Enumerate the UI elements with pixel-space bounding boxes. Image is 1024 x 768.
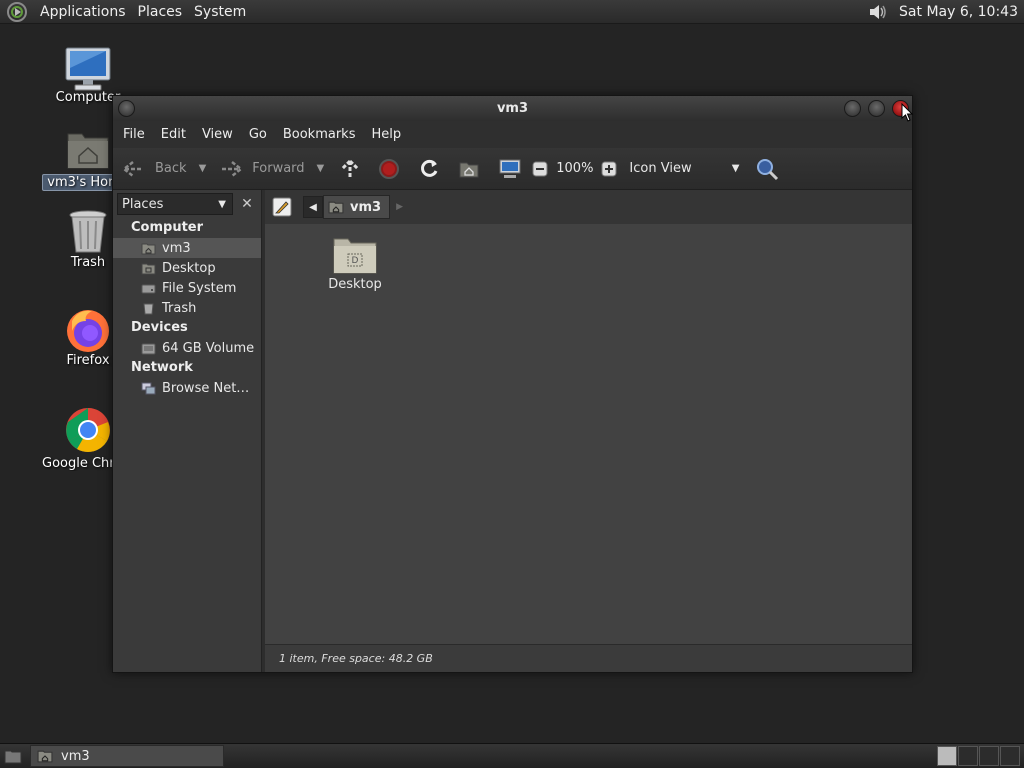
computer-small-icon[interactable] xyxy=(498,158,522,180)
up-arrow-icon[interactable] xyxy=(338,158,362,180)
sidebar-item-browse-network[interactable]: Browse Net… xyxy=(113,378,261,398)
system-menu[interactable]: System xyxy=(188,4,252,20)
workspace-4[interactable] xyxy=(1000,746,1020,766)
sidebar-item-label: 64 GB Volume xyxy=(162,340,255,356)
forward-arrow-icon xyxy=(222,160,244,177)
file-view[interactable]: ◀ vm3 ▶ D Desktop 1 item, Free space: 48… xyxy=(265,190,912,672)
drive-icon xyxy=(141,343,156,354)
title-bar[interactable]: vm3 xyxy=(113,96,912,121)
back-button[interactable]: Back xyxy=(121,159,187,179)
applications-menu[interactable]: Applications xyxy=(34,4,132,20)
network-icon xyxy=(141,382,156,394)
sidebar: Places ▼ ✕ Computer vm3 Desktop File Sys… xyxy=(113,190,262,672)
window-menu-button[interactable] xyxy=(118,100,135,117)
toolbar: Back ▼ Forward ▼ 100% Icon View ▼ xyxy=(113,148,912,190)
desktop-folder-icon: D xyxy=(333,238,377,274)
path-crumb-vm3[interactable]: vm3 xyxy=(323,195,391,219)
file-item-label: Desktop xyxy=(328,277,382,292)
path-scroll-left-button[interactable]: ◀ xyxy=(303,196,323,218)
view-mode-value: Icon View xyxy=(629,161,692,176)
firefox-icon xyxy=(67,310,109,352)
close-icon: ✕ xyxy=(241,196,253,212)
chevron-down-icon: ▼ xyxy=(731,163,740,174)
trash-icon xyxy=(69,210,107,253)
status-bar: 1 item, Free space: 48.2 GB xyxy=(265,644,912,672)
sidebar-header: Places ▼ ✕ xyxy=(113,190,261,218)
menu-bookmarks[interactable]: Bookmarks xyxy=(277,127,362,142)
show-desktop-icon[interactable] xyxy=(4,748,22,764)
sidebar-item-label: File System xyxy=(162,280,237,296)
menu-bar: File Edit View Go Bookmarks Help xyxy=(113,121,912,148)
path-scroll-right-button[interactable]: ▶ xyxy=(396,202,403,212)
desktop-folder-icon xyxy=(141,263,156,274)
sidebar-heading-devices: Devices xyxy=(131,320,188,335)
sidebar-item-label: Browse Net… xyxy=(162,380,250,396)
close-sidebar-button[interactable]: ✕ xyxy=(237,194,257,214)
back-arrow-icon xyxy=(121,160,143,177)
back-label: Back xyxy=(155,161,187,176)
gnome-foot-icon[interactable] xyxy=(6,1,28,23)
back-history-dropdown[interactable]: ▼ xyxy=(199,163,207,174)
workspace-2[interactable] xyxy=(958,746,978,766)
search-icon[interactable] xyxy=(755,157,779,181)
maximize-button[interactable] xyxy=(868,100,885,117)
home-folder-icon xyxy=(37,750,53,763)
home-folder-icon xyxy=(328,201,344,214)
workspace-3[interactable] xyxy=(979,746,999,766)
file-item-desktop[interactable]: D Desktop xyxy=(315,235,395,292)
workspace-1[interactable] xyxy=(937,746,957,766)
sidebar-heading-computer: Computer xyxy=(131,220,204,235)
home-folder-icon xyxy=(67,133,109,169)
sidebar-heading-network: Network xyxy=(131,360,193,375)
path-crumb-label: vm3 xyxy=(350,199,382,215)
computer-icon xyxy=(65,47,111,91)
bottom-panel: vm3 xyxy=(0,743,1024,768)
forward-label: Forward xyxy=(252,161,305,176)
home-folder-icon xyxy=(141,243,156,254)
taskbar-window-vm3[interactable]: vm3 xyxy=(30,745,224,767)
sidebar-item-trash[interactable]: Trash xyxy=(113,298,261,318)
volume-icon[interactable] xyxy=(867,2,889,22)
menu-view[interactable]: View xyxy=(196,127,239,142)
zoom-level: 100% xyxy=(556,161,594,176)
minimize-button[interactable] xyxy=(844,100,861,117)
svg-text:D: D xyxy=(352,256,359,266)
top-panel: Applications Places System Sat May 6, 10… xyxy=(0,0,1024,24)
file-manager-window: vm3 File Edit View Go Bookmarks Help Bac… xyxy=(112,95,913,673)
chevron-down-icon: ▼ xyxy=(218,198,226,210)
view-mode-select[interactable]: Icon View ▼ xyxy=(629,161,739,176)
window-title: vm3 xyxy=(496,101,529,116)
drive-icon xyxy=(141,284,156,293)
sidebar-type-select[interactable]: Places ▼ xyxy=(117,193,233,215)
forward-history-dropdown[interactable]: ▼ xyxy=(317,163,325,174)
edit-location-icon[interactable] xyxy=(271,196,293,218)
chrome-icon xyxy=(66,408,110,452)
sidebar-item-volume[interactable]: 64 GB Volume xyxy=(113,338,261,358)
sidebar-type-value: Places xyxy=(122,196,164,212)
menu-help[interactable]: Help xyxy=(365,127,407,142)
taskbar-window-label: vm3 xyxy=(61,748,90,764)
forward-button[interactable]: Forward xyxy=(218,159,305,179)
trash-icon xyxy=(143,303,154,314)
sidebar-item-vm3[interactable]: vm3 xyxy=(113,238,261,258)
sidebar-item-desktop[interactable]: Desktop xyxy=(113,258,261,278)
places-menu[interactable]: Places xyxy=(132,4,189,20)
sidebar-item-label: Trash xyxy=(162,300,197,316)
zoom-in-icon[interactable] xyxy=(601,161,617,177)
path-bar: ◀ vm3 ▶ xyxy=(265,190,912,224)
zoom-out-icon[interactable] xyxy=(532,161,548,177)
menu-file[interactable]: File xyxy=(117,127,151,142)
sidebar-item-label: Desktop xyxy=(162,260,216,276)
reload-icon[interactable] xyxy=(418,158,440,180)
home-icon[interactable] xyxy=(458,159,480,179)
clock[interactable]: Sat May 6, 10:43 xyxy=(899,4,1018,20)
mouse-cursor-icon xyxy=(901,103,914,122)
sidebar-item-file-system[interactable]: File System xyxy=(113,278,261,298)
sidebar-item-label: vm3 xyxy=(162,240,191,256)
menu-go[interactable]: Go xyxy=(243,127,273,142)
stop-icon[interactable] xyxy=(378,158,400,180)
menu-edit[interactable]: Edit xyxy=(155,127,192,142)
